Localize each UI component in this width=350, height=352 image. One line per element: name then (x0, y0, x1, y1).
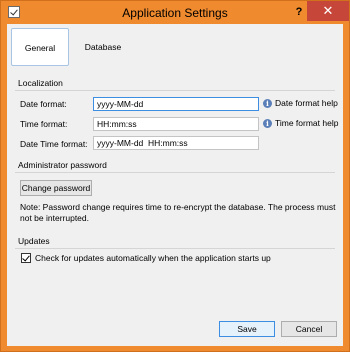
admin-password-heading: Administrator password (18, 160, 107, 170)
divider (15, 248, 335, 249)
cancel-button[interactable]: Cancel (281, 321, 337, 337)
info-icon: i (263, 118, 272, 128)
close-button[interactable]: ✕ (307, 1, 349, 21)
auto-update-checkbox[interactable] (21, 253, 31, 263)
button-bar: Save Cancel (7, 310, 343, 346)
datetime-format-input[interactable] (93, 136, 259, 150)
date-format-help-link[interactable]: i Date format help (263, 98, 338, 108)
date-format-input[interactable] (93, 97, 259, 111)
divider (15, 90, 335, 91)
password-note: Note: Password change requires time to r… (20, 202, 336, 223)
title-bar[interactable]: Application Settings ? ✕ (1, 1, 349, 24)
time-format-help-link[interactable]: i Time format help (263, 118, 338, 128)
save-button[interactable]: Save (219, 321, 275, 337)
date-format-help-label: Date format help (275, 98, 338, 108)
time-format-input[interactable] (93, 117, 259, 131)
auto-update-label[interactable]: Check for updates automatically when the… (35, 253, 271, 263)
help-button[interactable]: ? (291, 3, 307, 21)
divider (15, 172, 335, 173)
date-format-label: Date format: (20, 99, 67, 109)
settings-panel: Localization Date format: i Date format … (11, 72, 339, 308)
time-format-help-label: Time format help (275, 118, 339, 128)
tab-database[interactable]: Database (75, 28, 131, 66)
change-password-button[interactable]: Change password (20, 180, 92, 196)
localization-heading: Localization (18, 78, 63, 88)
updates-heading: Updates (18, 236, 50, 246)
time-format-label: Time format: (20, 119, 68, 129)
app-window: Application Settings ? ✕ General Databas… (0, 0, 350, 352)
datetime-format-label: Date Time format: (20, 139, 88, 149)
tab-bar: General Database (7, 24, 343, 70)
dialog-body: General Database Localization Date forma… (7, 24, 343, 346)
tab-general[interactable]: General (11, 28, 69, 66)
info-icon: i (263, 98, 272, 108)
